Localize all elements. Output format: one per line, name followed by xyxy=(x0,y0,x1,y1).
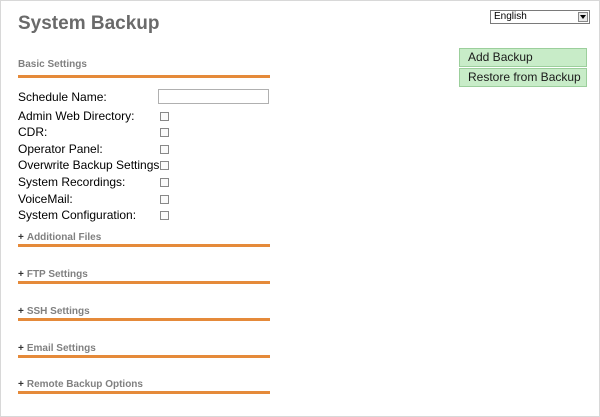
restore-from-backup-button[interactable]: Restore from Backup xyxy=(459,68,587,87)
section-label: SSH Settings xyxy=(26,306,90,317)
option-row-system-recordings: System Recordings: xyxy=(18,175,278,191)
remote-backup-options-section[interactable]: + Remote Backup Options xyxy=(18,379,270,395)
option-row-system-configuration: System Configuration: xyxy=(18,208,278,224)
expand-plus-icon: + xyxy=(18,343,24,354)
expand-plus-icon: + xyxy=(18,379,24,390)
cdr-checkbox[interactable] xyxy=(160,128,169,137)
language-select-value: English xyxy=(494,11,527,22)
option-row-cdr: CDR: xyxy=(18,125,278,141)
expand-plus-icon: + xyxy=(18,232,24,243)
system-configuration-checkbox[interactable] xyxy=(160,211,169,220)
operator-panel-checkbox[interactable] xyxy=(160,145,169,154)
expand-plus-icon: + xyxy=(18,269,24,280)
option-label: Admin Web Directory: xyxy=(18,109,135,123)
section-divider xyxy=(18,355,270,358)
option-label: System Configuration: xyxy=(18,208,137,222)
option-label: VoiceMail: xyxy=(18,192,73,206)
section-divider xyxy=(18,391,270,394)
expand-plus-icon: + xyxy=(18,306,24,317)
section-divider xyxy=(18,318,270,321)
option-label: Overwrite Backup Settings: xyxy=(18,158,163,172)
admin-web-directory-checkbox[interactable] xyxy=(160,112,169,121)
section-label: Additional Files xyxy=(26,232,102,243)
ftp-settings-section[interactable]: + FTP Settings xyxy=(18,269,270,285)
option-row-operator-panel: Operator Panel: xyxy=(18,142,278,158)
language-select[interactable]: English xyxy=(490,10,590,24)
section-label: FTP Settings xyxy=(26,269,88,280)
schedule-name-input[interactable] xyxy=(158,89,269,104)
system-recordings-checkbox[interactable] xyxy=(160,178,169,187)
option-label: Operator Panel: xyxy=(18,142,103,156)
ssh-settings-section[interactable]: + SSH Settings xyxy=(18,306,270,322)
add-backup-schedule-button[interactable]: Add Backup Schedule xyxy=(459,48,587,81)
section-divider xyxy=(18,244,270,247)
basic-settings-heading: Basic Settings xyxy=(18,59,87,70)
voicemail-checkbox[interactable] xyxy=(160,195,169,204)
page-title: System Backup xyxy=(18,13,160,34)
section-divider xyxy=(18,75,270,78)
schedule-name-row: Schedule Name: xyxy=(18,89,278,106)
option-row-overwrite-backup-settings: Overwrite Backup Settings: xyxy=(18,158,278,174)
option-row-admin-web-directory: Admin Web Directory: xyxy=(18,109,278,125)
chevron-down-icon[interactable] xyxy=(578,12,588,22)
overwrite-backup-settings-checkbox[interactable] xyxy=(160,161,169,170)
email-settings-section[interactable]: + Email Settings xyxy=(18,343,270,359)
option-row-voicemail: VoiceMail: xyxy=(18,192,278,208)
additional-files-section[interactable]: + Additional Files xyxy=(18,232,270,248)
basic-settings-header: Basic Settings xyxy=(18,59,270,78)
schedule-name-label: Schedule Name: xyxy=(18,90,107,104)
option-label: System Recordings: xyxy=(18,175,126,189)
section-label: Email Settings xyxy=(26,343,96,354)
section-label: Remote Backup Options xyxy=(26,379,143,390)
option-label: CDR: xyxy=(18,125,48,139)
section-divider xyxy=(18,281,270,284)
